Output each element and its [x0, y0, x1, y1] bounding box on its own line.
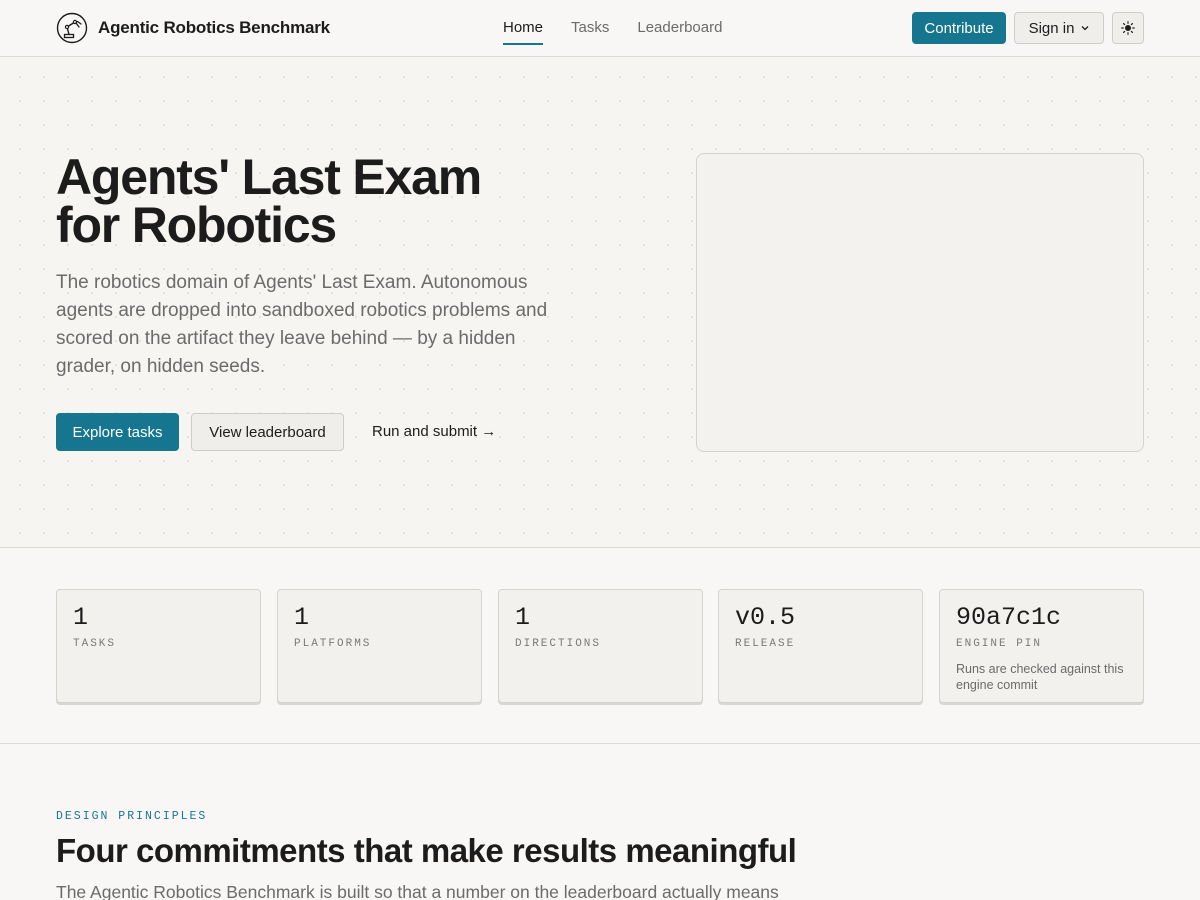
stat-label: ENGINE PIN: [956, 638, 1043, 650]
section-title: Four commitments that make results meani…: [56, 832, 797, 869]
hero-description: The robotics domain of Agents' Last Exam…: [56, 272, 548, 377]
stat-card-release: v0.5 RELEASE: [718, 589, 923, 703]
sign-in-label: Sign in: [1028, 19, 1075, 37]
stat-value: 1: [294, 603, 310, 632]
chevron-down-icon: [1081, 26, 1089, 31]
hero-title-line-2: for Robotics: [56, 197, 337, 253]
theme-toggle-button[interactable]: [1112, 12, 1144, 44]
run-and-submit-link[interactable]: Run and submit →: [372, 413, 496, 451]
nav-tasks[interactable]: Tasks: [571, 0, 609, 57]
section-description: The Agentic Robotics Benchmark is built …: [56, 882, 779, 900]
stat-value: v0.5: [735, 603, 796, 632]
main-nav: Home Tasks Leaderboard: [503, 0, 750, 57]
robot-arm-icon: [56, 12, 88, 44]
nav-home[interactable]: Home: [503, 0, 544, 57]
sun-icon: [1121, 21, 1135, 35]
hero-visual-panel: [696, 153, 1144, 452]
stat-value: 1: [73, 603, 89, 632]
nav-leaderboard[interactable]: Leaderboard: [637, 0, 722, 57]
stat-label: TASKS: [73, 638, 117, 650]
stat-card-platforms: 1 PLATFORMS: [277, 589, 482, 703]
hero-title: Agents' Last Exam for Robotics: [56, 152, 616, 250]
contribute-button[interactable]: Contribute: [912, 12, 1006, 44]
stat-value: 90a7c1c: [956, 603, 1062, 632]
stat-note: Runs are checked against this engine com…: [956, 662, 1124, 692]
stat-label: RELEASE: [735, 638, 796, 650]
view-leaderboard-button[interactable]: View leaderboard: [191, 413, 344, 451]
stat-card-engine-pin: 90a7c1c ENGINE PIN Runs are checked agai…: [939, 589, 1144, 703]
stat-value: 1: [515, 603, 531, 632]
site-header: Agentic Robotics Benchmark Home Tasks Le…: [0, 0, 1200, 57]
explore-tasks-button[interactable]: Explore tasks: [56, 413, 179, 451]
stat-card-directions: 1 DIRECTIONS: [498, 589, 703, 703]
design-principles-section: DESIGN PRINCIPLES Four commitments that …: [0, 744, 1200, 900]
stats-section: 1 TASKS 1 PLATFORMS 1 DIRECTIONS v0.5 RE…: [0, 549, 1200, 744]
hero-section: Agents' Last Exam for Robotics The robot…: [0, 57, 1200, 548]
sign-in-button[interactable]: Sign in: [1014, 12, 1104, 44]
brand-name: Agentic Robotics Benchmark: [98, 18, 330, 37]
stat-card-tasks: 1 TASKS: [56, 589, 261, 703]
stat-label: DIRECTIONS: [515, 638, 602, 650]
brand-link[interactable]: Agentic Robotics Benchmark: [56, 12, 330, 44]
stat-label: PLATFORMS: [294, 638, 372, 650]
section-eyebrow: DESIGN PRINCIPLES: [56, 810, 208, 823]
